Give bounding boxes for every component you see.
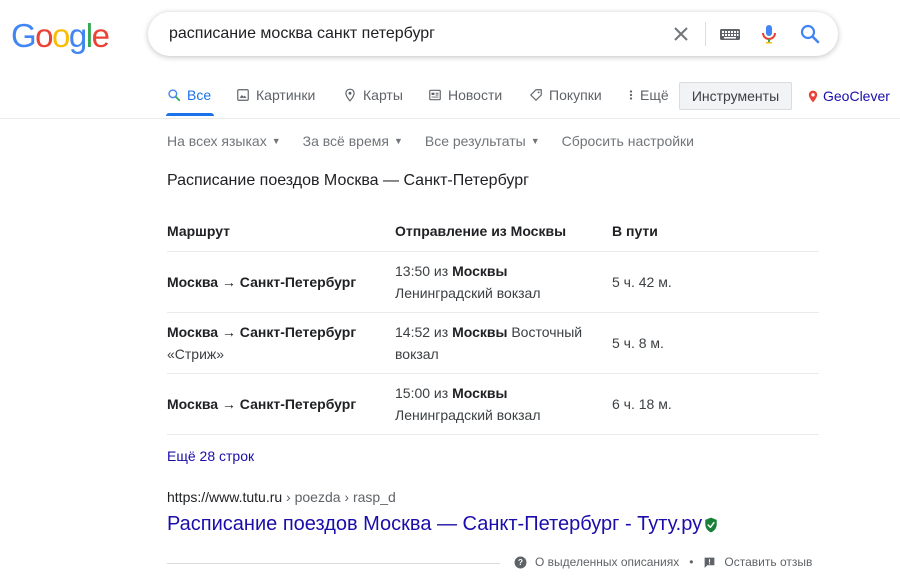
keyboard-icon[interactable] (718, 22, 742, 46)
departure-city: Москвы (452, 324, 508, 340)
filter-time[interactable]: За всё время ▼ (303, 133, 403, 149)
departure-city: Москвы (452, 385, 508, 401)
search-tools-bar: На всех языках ▼ За всё время ▼ Все резуль… (167, 133, 716, 149)
train-name: «Стриж» (167, 346, 225, 362)
mic-icon[interactable] (757, 22, 781, 46)
tab-all[interactable]: Все (167, 87, 211, 103)
duration-cell: 5 ч. 8 м. (612, 312, 819, 374)
filter-label: Все результаты (424, 133, 526, 149)
filter-results[interactable]: Все результаты ▼ (425, 133, 540, 149)
duration-cell: 6 ч. 18 м. (612, 373, 819, 435)
close-icon[interactable] (669, 22, 693, 46)
departure-cell: 13:50 из Москвы Ленинградский вокзал (395, 251, 612, 313)
filter-language[interactable]: На всех языках ▼ (167, 133, 281, 149)
verified-shield-icon (705, 517, 717, 532)
filter-reset[interactable]: Сбросить настройки (562, 133, 694, 149)
feedback-icon (705, 557, 715, 568)
route-name: Москва → Санкт-Петербург (167, 274, 357, 290)
route-name: Москва → Санкт-Петербург (167, 324, 357, 340)
search-input[interactable]: расписание москва санкт петербург (169, 25, 435, 43)
route-cell: Москва → Санкт-Петербург (167, 251, 395, 313)
logo-letter: e (91, 17, 110, 54)
tools-button[interactable]: Инструменты (679, 82, 792, 110)
tab-label: Покупки (549, 87, 602, 103)
table-row: Москва → Санкт-Петербург 13:50 из Москвы… (167, 251, 819, 313)
schedule-table: Маршрут Отправление из Москвы В пути Мос… (167, 210, 819, 435)
geoclever-label: GeoClever (823, 88, 890, 104)
departure-cell: 14:52 из Москвы Восточный вокзал (395, 312, 612, 374)
footer-separator: • (689, 555, 694, 569)
table-header-row: Маршрут Отправление из Москвы В пути (167, 210, 819, 252)
tab-label: Карты (363, 87, 403, 103)
active-tab-indicator (166, 113, 214, 116)
tab-images[interactable]: Картинки (236, 87, 315, 103)
news-icon (429, 89, 441, 101)
snippet-footer: ? О выделенных описаниях • Оставить отзы… (514, 555, 812, 569)
search-divider (705, 22, 706, 46)
table-row: Москва → Санкт-Петербург «Стриж» 14:52 из… (167, 312, 819, 374)
geoclever-extension[interactable]: GeoClever (808, 88, 890, 104)
svg-text:?: ? (518, 558, 523, 567)
result-domain: https://www.tutu.ru (167, 489, 283, 505)
search-box[interactable]: расписание москва санкт петербург (148, 12, 838, 56)
logo-letter: G (11, 17, 37, 54)
tab-label: Ещё (640, 87, 669, 103)
more-vert-icon (629, 90, 633, 100)
departure-cell: 15:00 из Москвы Ленинградский вокзал (395, 373, 612, 435)
departure-station: Ленинградский вокзал (395, 407, 541, 423)
result-title: Расписание поездов Москва — Санкт-Петерб… (167, 513, 703, 535)
route-cell: Москва → Санкт-Петербург (167, 373, 395, 435)
tab-news[interactable]: Новости (428, 87, 502, 103)
column-header: В пути (612, 210, 819, 252)
departure-time: 15:00 из (395, 385, 449, 401)
snippet-title: Расписание поездов Москва — Санкт-Петерб… (167, 172, 529, 189)
caret-down-icon: ▼ (393, 136, 403, 146)
caret-down-icon: ▼ (530, 136, 540, 146)
logo-letter: g (68, 17, 87, 54)
header-divider (0, 118, 900, 119)
route-cell: Москва → Санкт-Петербург «Стриж» (167, 312, 395, 374)
more-rows-link[interactable]: Ещё 28 строк (167, 448, 254, 464)
search-icon[interactable] (798, 22, 822, 46)
about-snippets-link[interactable]: О выделенных описаниях (535, 555, 679, 569)
tab-more[interactable]: Ещё (628, 87, 669, 103)
tab-label: Новости (448, 87, 503, 103)
caret-down-icon: ▼ (271, 136, 281, 146)
search-icon (168, 89, 181, 102)
image-icon (237, 89, 249, 101)
departure-city: Москвы (452, 263, 508, 279)
result-path: › poezda › rasp_d (282, 489, 396, 505)
result-title-link[interactable]: Расписание поездов Москва — Санкт-Петерб… (167, 513, 718, 536)
tag-icon (530, 89, 542, 101)
departure-station: Ленинградский вокзал (395, 285, 541, 301)
route-name: Москва → Санкт-Петербург (167, 396, 357, 412)
departure-time: 14:52 из (395, 324, 449, 340)
duration-cell: 5 ч. 42 м. (612, 251, 819, 313)
logo-letter: o (35, 17, 53, 54)
tab-label: Картинки (256, 87, 316, 103)
map-pin-icon (345, 88, 355, 102)
snippet-footer-divider (167, 563, 500, 564)
result-url[interactable]: https://www.tutu.ru › poezda › rasp_d (167, 489, 396, 505)
filter-label: На всех языках (167, 133, 267, 149)
logo-letter: o (52, 17, 70, 54)
table-row: Москва → Санкт-Петербург 15:00 из Москвы… (167, 373, 819, 435)
column-header: Маршрут (167, 210, 395, 252)
departure-time: 13:50 из (395, 263, 449, 279)
google-logo[interactable]: Google (11, 17, 110, 54)
tab-label: Все (187, 87, 212, 103)
location-pin-icon (808, 90, 818, 102)
filter-label: За всё время (302, 133, 389, 149)
tab-shopping[interactable]: Покупки (529, 87, 602, 103)
tab-maps[interactable]: Карты (343, 87, 403, 103)
help-icon: ? (514, 556, 527, 568)
filter-label: Сбросить настройки (561, 133, 694, 149)
feedback-link[interactable]: Оставить отзыв (724, 555, 812, 569)
search-tabs: Все Картинки Карты Новости Покупки Ещё И… (0, 82, 900, 116)
column-header: Отправление из Москвы (395, 210, 612, 252)
